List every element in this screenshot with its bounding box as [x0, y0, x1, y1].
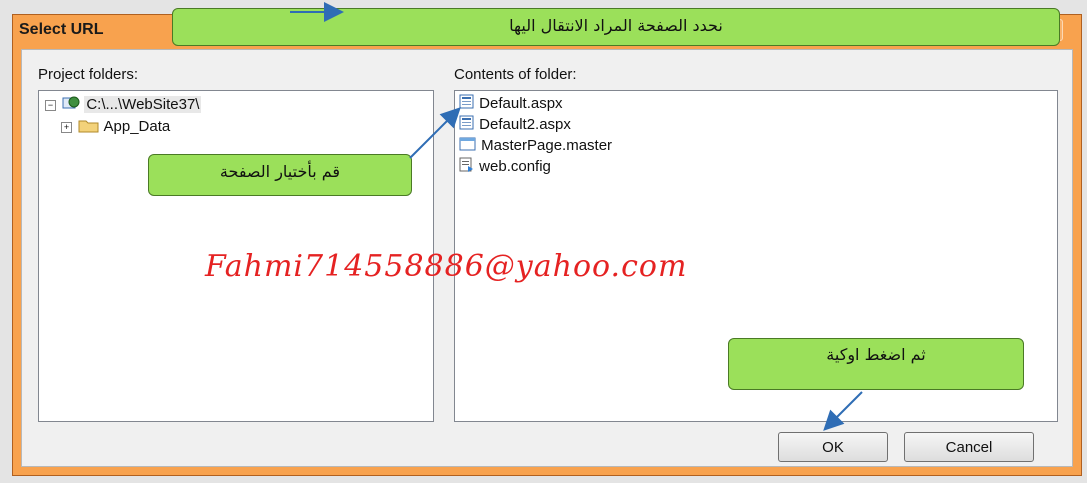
annotation-arrows: [290, 2, 863, 431]
arrow-to-ok: [823, 391, 863, 431]
arrow-to-default-aspx: [409, 107, 461, 159]
